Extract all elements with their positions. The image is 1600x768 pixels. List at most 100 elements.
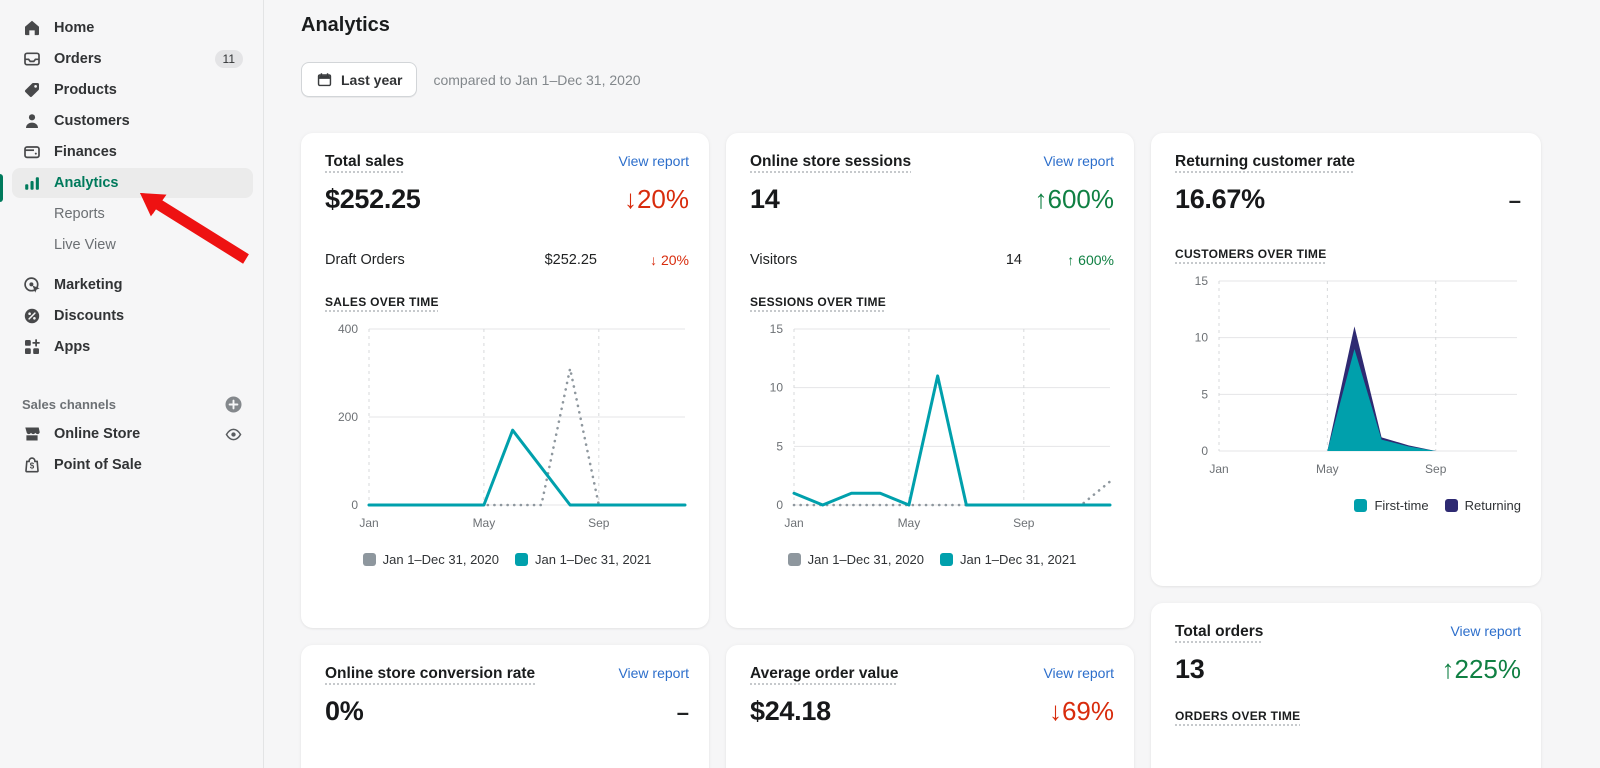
sidebar-item-point-of-sale[interactable]: $ Point of Sale [12, 450, 253, 480]
sidebar-item-label: Customers [54, 113, 130, 129]
sidebar-item-orders[interactable]: Orders 11 [12, 44, 253, 74]
sidebar-item-live-view[interactable]: Live View [12, 230, 253, 260]
chart-section-label[interactable]: CUSTOMERS OVER TIME [1175, 247, 1327, 261]
legend-label: First-time [1374, 498, 1428, 513]
legend-swatch [363, 553, 376, 566]
sidebar-item-home[interactable]: Home [12, 13, 253, 43]
card-title[interactable]: Returning customer rate [1175, 153, 1355, 171]
chart-section-label[interactable]: SALES OVER TIME [325, 295, 439, 309]
sidebar-item-apps[interactable]: Apps [12, 332, 253, 362]
breakdown-delta: ↑ 600% [1022, 252, 1114, 268]
compare-period-text: compared to Jan 1–Dec 31, 2020 [433, 72, 640, 88]
average-order-value-card: Average order value View report $24.18 ↓… [726, 645, 1134, 768]
page-title: Analytics [301, 14, 1600, 37]
svg-text:0: 0 [776, 498, 783, 512]
sidebar-item-finances[interactable]: Finances [12, 137, 253, 167]
sidebar-item-label: Online Store [54, 426, 140, 442]
sidebar-item-customers[interactable]: Customers [12, 106, 253, 136]
card-title[interactable]: Online store sessions [750, 153, 911, 171]
sidebar-item-label: Finances [54, 144, 117, 160]
metric-value: 0% [325, 696, 363, 727]
breakdown-row: Visitors 14 ↑ 600% [750, 252, 1114, 268]
metric-cards-grid: Total sales View report $252.25 ↓20% Dra… [301, 133, 1600, 768]
analytics-icon [22, 173, 42, 193]
metric-delta: – [1509, 188, 1521, 214]
sidebar-nav: Home Orders 11 Products Customers [0, 0, 264, 768]
legend-label: Jan 1–Dec 31, 2021 [960, 552, 1076, 567]
selected-indicator-bar [0, 174, 3, 202]
returning-customer-rate-card: Returning customer rate 16.67% – CUSTOME… [1151, 133, 1541, 586]
point-of-sale-icon: $ [22, 455, 42, 475]
apps-icon [22, 337, 42, 357]
breakdown-label: Draft Orders [325, 252, 497, 268]
legend-item: First-time [1354, 498, 1428, 513]
legend-item: Jan 1–Dec 31, 2020 [363, 552, 499, 567]
legend-label: Returning [1465, 498, 1521, 513]
card-title[interactable]: Online store conversion rate [325, 665, 535, 683]
svg-text:0: 0 [1201, 444, 1208, 458]
metric-value: $24.18 [750, 696, 831, 727]
svg-text:15: 15 [1195, 274, 1209, 288]
customers-over-time-chart: 051015JanMaySep [1175, 273, 1521, 486]
sidebar-item-label: Home [54, 20, 94, 36]
view-report-link[interactable]: View report [1043, 665, 1114, 681]
chart-legend: First-time Returning [1175, 498, 1521, 513]
metric-value: 13 [1175, 654, 1204, 685]
metric-delta: ↓69% [1049, 696, 1114, 727]
breakdown-delta: ↓ 20% [597, 252, 689, 268]
breakdown-value: 14 [922, 252, 1022, 268]
svg-text:10: 10 [1195, 331, 1209, 345]
svg-text:15: 15 [770, 322, 784, 336]
svg-text:$: $ [30, 462, 35, 471]
sales-channels-header: Sales channels [12, 390, 253, 418]
svg-text:Jan: Jan [359, 516, 378, 530]
legend-item: Returning [1445, 498, 1521, 513]
sidebar-item-label: Products [54, 82, 117, 98]
card-title[interactable]: Total sales [325, 153, 404, 171]
sidebar-item-reports[interactable]: Reports [12, 199, 253, 229]
card-title[interactable]: Total orders [1175, 623, 1263, 641]
cards-column-2: Online store sessions View report 14 ↑60… [726, 133, 1134, 768]
metric-value: $252.25 [325, 184, 421, 215]
svg-text:May: May [473, 516, 496, 530]
view-report-link[interactable]: View report [618, 665, 689, 681]
svg-text:0: 0 [351, 498, 358, 512]
metric-delta: ↑225% [1442, 654, 1522, 685]
legend-label: Jan 1–Dec 31, 2020 [808, 552, 924, 567]
legend-swatch [515, 553, 528, 566]
date-filter-row: Last year compared to Jan 1–Dec 31, 2020 [301, 62, 1600, 97]
sidebar-item-marketing[interactable]: Marketing [12, 270, 253, 300]
legend-item: Jan 1–Dec 31, 2021 [515, 552, 651, 567]
date-range-button[interactable]: Last year [301, 62, 417, 97]
chart-legend: Jan 1–Dec 31, 2020 Jan 1–Dec 31, 2021 [750, 552, 1114, 567]
svg-text:Jan: Jan [1209, 462, 1228, 476]
legend-swatch [1354, 499, 1367, 512]
sessions-over-time-chart: 051015JanMaySep [750, 321, 1114, 540]
add-sales-channel-button[interactable] [223, 394, 243, 414]
chart-legend: Jan 1–Dec 31, 2020 Jan 1–Dec 31, 2021 [325, 552, 689, 567]
sidebar-item-online-store[interactable]: Online Store [12, 419, 253, 449]
date-range-label: Last year [341, 72, 402, 88]
svg-text:May: May [898, 516, 921, 530]
sidebar-item-analytics[interactable]: Analytics [12, 168, 253, 198]
conversion-rate-card: Online store conversion rate View report… [301, 645, 709, 768]
view-report-link[interactable]: View report [1043, 153, 1114, 169]
chart-section-label[interactable]: ORDERS OVER TIME [1175, 709, 1300, 723]
products-icon [22, 80, 42, 100]
chart-section-label[interactable]: SESSIONS OVER TIME [750, 295, 886, 309]
sidebar-item-label: Orders [54, 51, 102, 67]
view-report-link[interactable]: View report [618, 153, 689, 169]
sidebar-item-products[interactable]: Products [12, 75, 253, 105]
calendar-icon [316, 71, 333, 88]
metric-delta: – [677, 700, 689, 726]
card-title[interactable]: Average order value [750, 665, 898, 683]
sidebar-item-discounts[interactable]: Discounts [12, 301, 253, 331]
orders-count-badge: 11 [215, 50, 243, 68]
view-report-link[interactable]: View report [1450, 623, 1521, 639]
sidebar-spacer [0, 363, 263, 389]
eye-icon[interactable] [223, 424, 243, 444]
svg-text:5: 5 [1201, 387, 1208, 401]
legend-item: Jan 1–Dec 31, 2021 [940, 552, 1076, 567]
metric-delta: ↓20% [624, 184, 689, 215]
svg-text:Sep: Sep [1013, 516, 1035, 530]
